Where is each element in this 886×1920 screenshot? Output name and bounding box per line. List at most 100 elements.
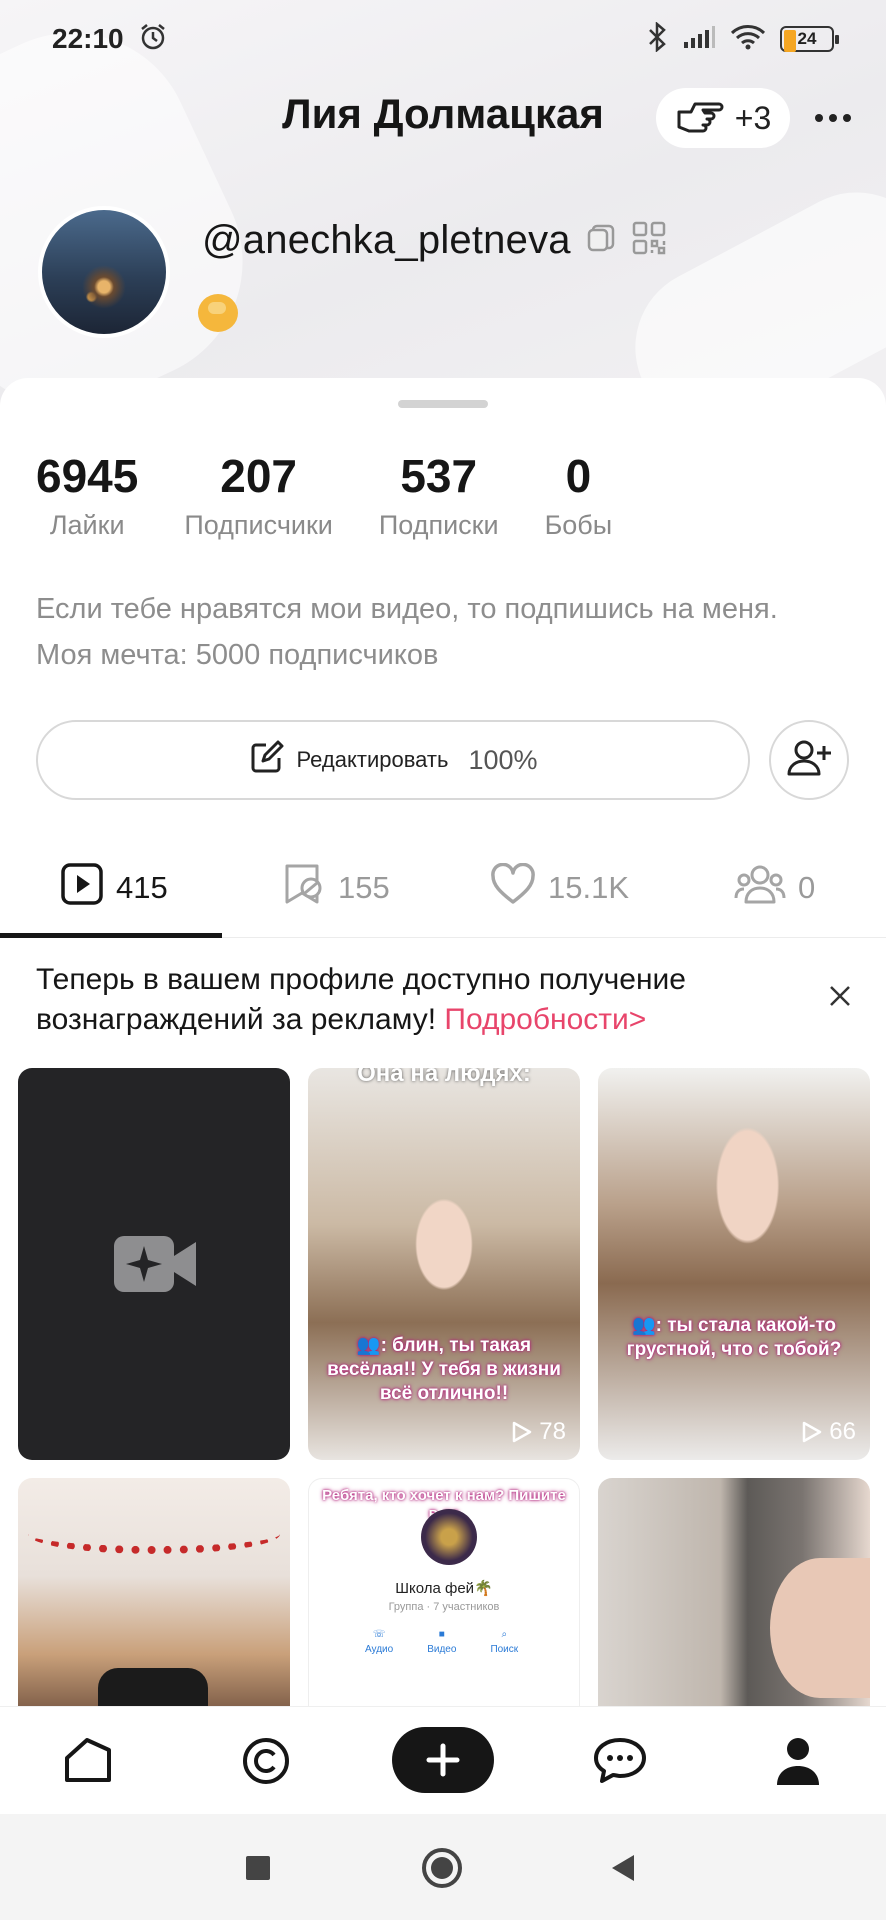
create-button[interactable] <box>392 1727 494 1793</box>
handle-row: @anechka_pletneva <box>202 218 667 263</box>
nav-explore[interactable] <box>234 1729 298 1793</box>
battery-indicator: 24 <box>780 26 839 52</box>
circle-icon <box>422 1848 462 1888</box>
status-emoji-icon[interactable] <box>198 294 242 334</box>
group-actions: ☏ Аудио ■ Видео ⌕ Поиск <box>365 1629 518 1655</box>
copy-icon[interactable] <box>585 222 617 259</box>
stat-value: 537 <box>400 450 478 502</box>
edit-profile-button[interactable]: Редактировать 100% <box>36 720 750 800</box>
group-action-search: ⌕ Поиск <box>490 1629 518 1655</box>
stat-value: 0 <box>565 450 592 502</box>
video-camera-sparkle-icon <box>112 1232 198 1301</box>
garland-decoration <box>28 1514 280 1554</box>
stat-label: Бобы <box>544 510 613 540</box>
group-action-video: ■ Видео <box>427 1629 456 1655</box>
profile-handle: @anechka_pletneva <box>202 218 571 262</box>
recents-button[interactable] <box>236 1846 280 1890</box>
stat-beans[interactable]: 0 Бобы <box>545 448 613 541</box>
visitors-button[interactable]: +3 <box>656 88 790 148</box>
tab-likes[interactable]: 15.1K <box>490 838 629 938</box>
title-bar: Лия Долмацкая +3 <box>0 78 886 154</box>
phone-icon: ☏ <box>372 1629 386 1640</box>
bottom-navigation <box>0 1706 886 1814</box>
view-count-value: 78 <box>539 1418 566 1445</box>
plus-icon <box>426 1743 460 1777</box>
play-icon <box>513 1421 532 1443</box>
group-icon <box>734 862 786 914</box>
stat-label: Лайки <box>49 510 125 540</box>
content-tabs: 415 155 15.1K 0 <box>0 838 886 938</box>
group-action-label: Аудио <box>365 1644 394 1655</box>
view-count: 78 <box>511 1418 566 1446</box>
search-icon: ⌕ <box>501 1629 508 1640</box>
profile-bio: Если тебе нравятся мои видео, то подпиши… <box>36 593 778 671</box>
video-top-text: Она на людях: <box>357 1068 531 1087</box>
tab-count: 15.1K <box>548 870 630 905</box>
qr-code-icon[interactable] <box>631 220 667 261</box>
nav-home[interactable] <box>56 1729 120 1793</box>
square-icon <box>246 1856 270 1880</box>
stat-label: Подписки <box>378 510 499 540</box>
draft-tile[interactable] <box>18 1068 290 1460</box>
group-action-label: Поиск <box>490 1644 519 1655</box>
tab-reposts[interactable]: 155 <box>282 838 390 938</box>
video-tile[interactable]: Она на людях: 👥: блин, ты такая весёлая!… <box>308 1068 580 1460</box>
back-triangle-icon <box>612 1855 634 1881</box>
alarm-icon <box>138 22 168 57</box>
stat-value: 207 <box>220 450 297 502</box>
refresh-circle-icon <box>243 1738 289 1784</box>
view-count-value: 66 <box>829 1418 856 1445</box>
group-avatar <box>421 1509 477 1565</box>
face-image <box>770 1558 870 1698</box>
promo-banner: Теперь в вашем профиле доступно получени… <box>36 960 756 1040</box>
play-icon <box>803 1421 822 1443</box>
nav-messages[interactable] <box>588 1729 652 1793</box>
tab-count: 415 <box>116 870 168 905</box>
back-button[interactable] <box>602 1846 646 1890</box>
tab-count: 0 <box>798 870 816 905</box>
home-button[interactable] <box>420 1846 464 1890</box>
tab-videos[interactable]: 415 <box>60 838 168 938</box>
close-icon[interactable] <box>822 978 858 1014</box>
video-caption: 👥: ты стала какой-то грустной, что с тоб… <box>626 1315 842 1360</box>
video-tile[interactable]: 👥: ты стала какой-то грустной, что с тоб… <box>598 1068 870 1460</box>
signal-icon <box>682 24 716 55</box>
profile-card: 6945 Лайки 207 Подписчики 537 Подписки 0… <box>0 378 886 1870</box>
stat-value: 6945 <box>36 450 139 502</box>
stats-row: 6945 Лайки 207 Подписчики 537 Подписки 0… <box>36 448 658 541</box>
profile-completion: 100% <box>468 744 538 775</box>
group-name: Школа фей🌴 <box>395 1580 493 1597</box>
drag-handle[interactable] <box>398 400 488 408</box>
status-bar: 22:10 24 <box>0 0 886 78</box>
group-subtitle: Группа · 7 участников <box>388 1601 500 1613</box>
add-friend-button[interactable] <box>769 720 849 800</box>
promo-details-link[interactable]: Подробности> <box>444 1003 646 1036</box>
system-navigation-bar <box>0 1814 886 1920</box>
avatar[interactable] <box>38 206 170 338</box>
wifi-icon <box>730 23 766 56</box>
active-tab-indicator <box>0 933 222 938</box>
reposts-icon <box>282 862 326 914</box>
tab-count: 155 <box>338 870 390 905</box>
group-action-audio: ☏ Аудио <box>365 1629 393 1655</box>
group-action-label: Видео <box>427 1644 457 1655</box>
stat-following[interactable]: 537 Подписки <box>379 448 499 541</box>
nav-profile[interactable] <box>766 1729 830 1793</box>
visitors-count: +3 <box>734 99 772 136</box>
stat-label: Подписчики <box>184 510 333 540</box>
battery-level: 24 <box>797 29 817 48</box>
pointing-hand-icon <box>675 94 725 142</box>
person-icon <box>777 1738 819 1785</box>
home-icon <box>65 1738 111 1782</box>
tab-groups[interactable]: 0 <box>734 838 815 938</box>
video-caption: 👥: блин, ты такая весёлая!! У тебя в жиз… <box>327 1335 561 1404</box>
add-user-icon <box>786 738 832 783</box>
stat-likes[interactable]: 6945 Лайки <box>36 448 138 541</box>
more-options-icon[interactable] <box>808 98 858 138</box>
chat-bubble-icon <box>594 1738 646 1783</box>
edit-label: Редактировать <box>296 747 449 772</box>
video-icon <box>60 862 104 914</box>
heart-icon <box>490 862 536 913</box>
stat-followers[interactable]: 207 Подписчики <box>184 448 333 541</box>
camera-icon: ■ <box>438 1629 445 1640</box>
